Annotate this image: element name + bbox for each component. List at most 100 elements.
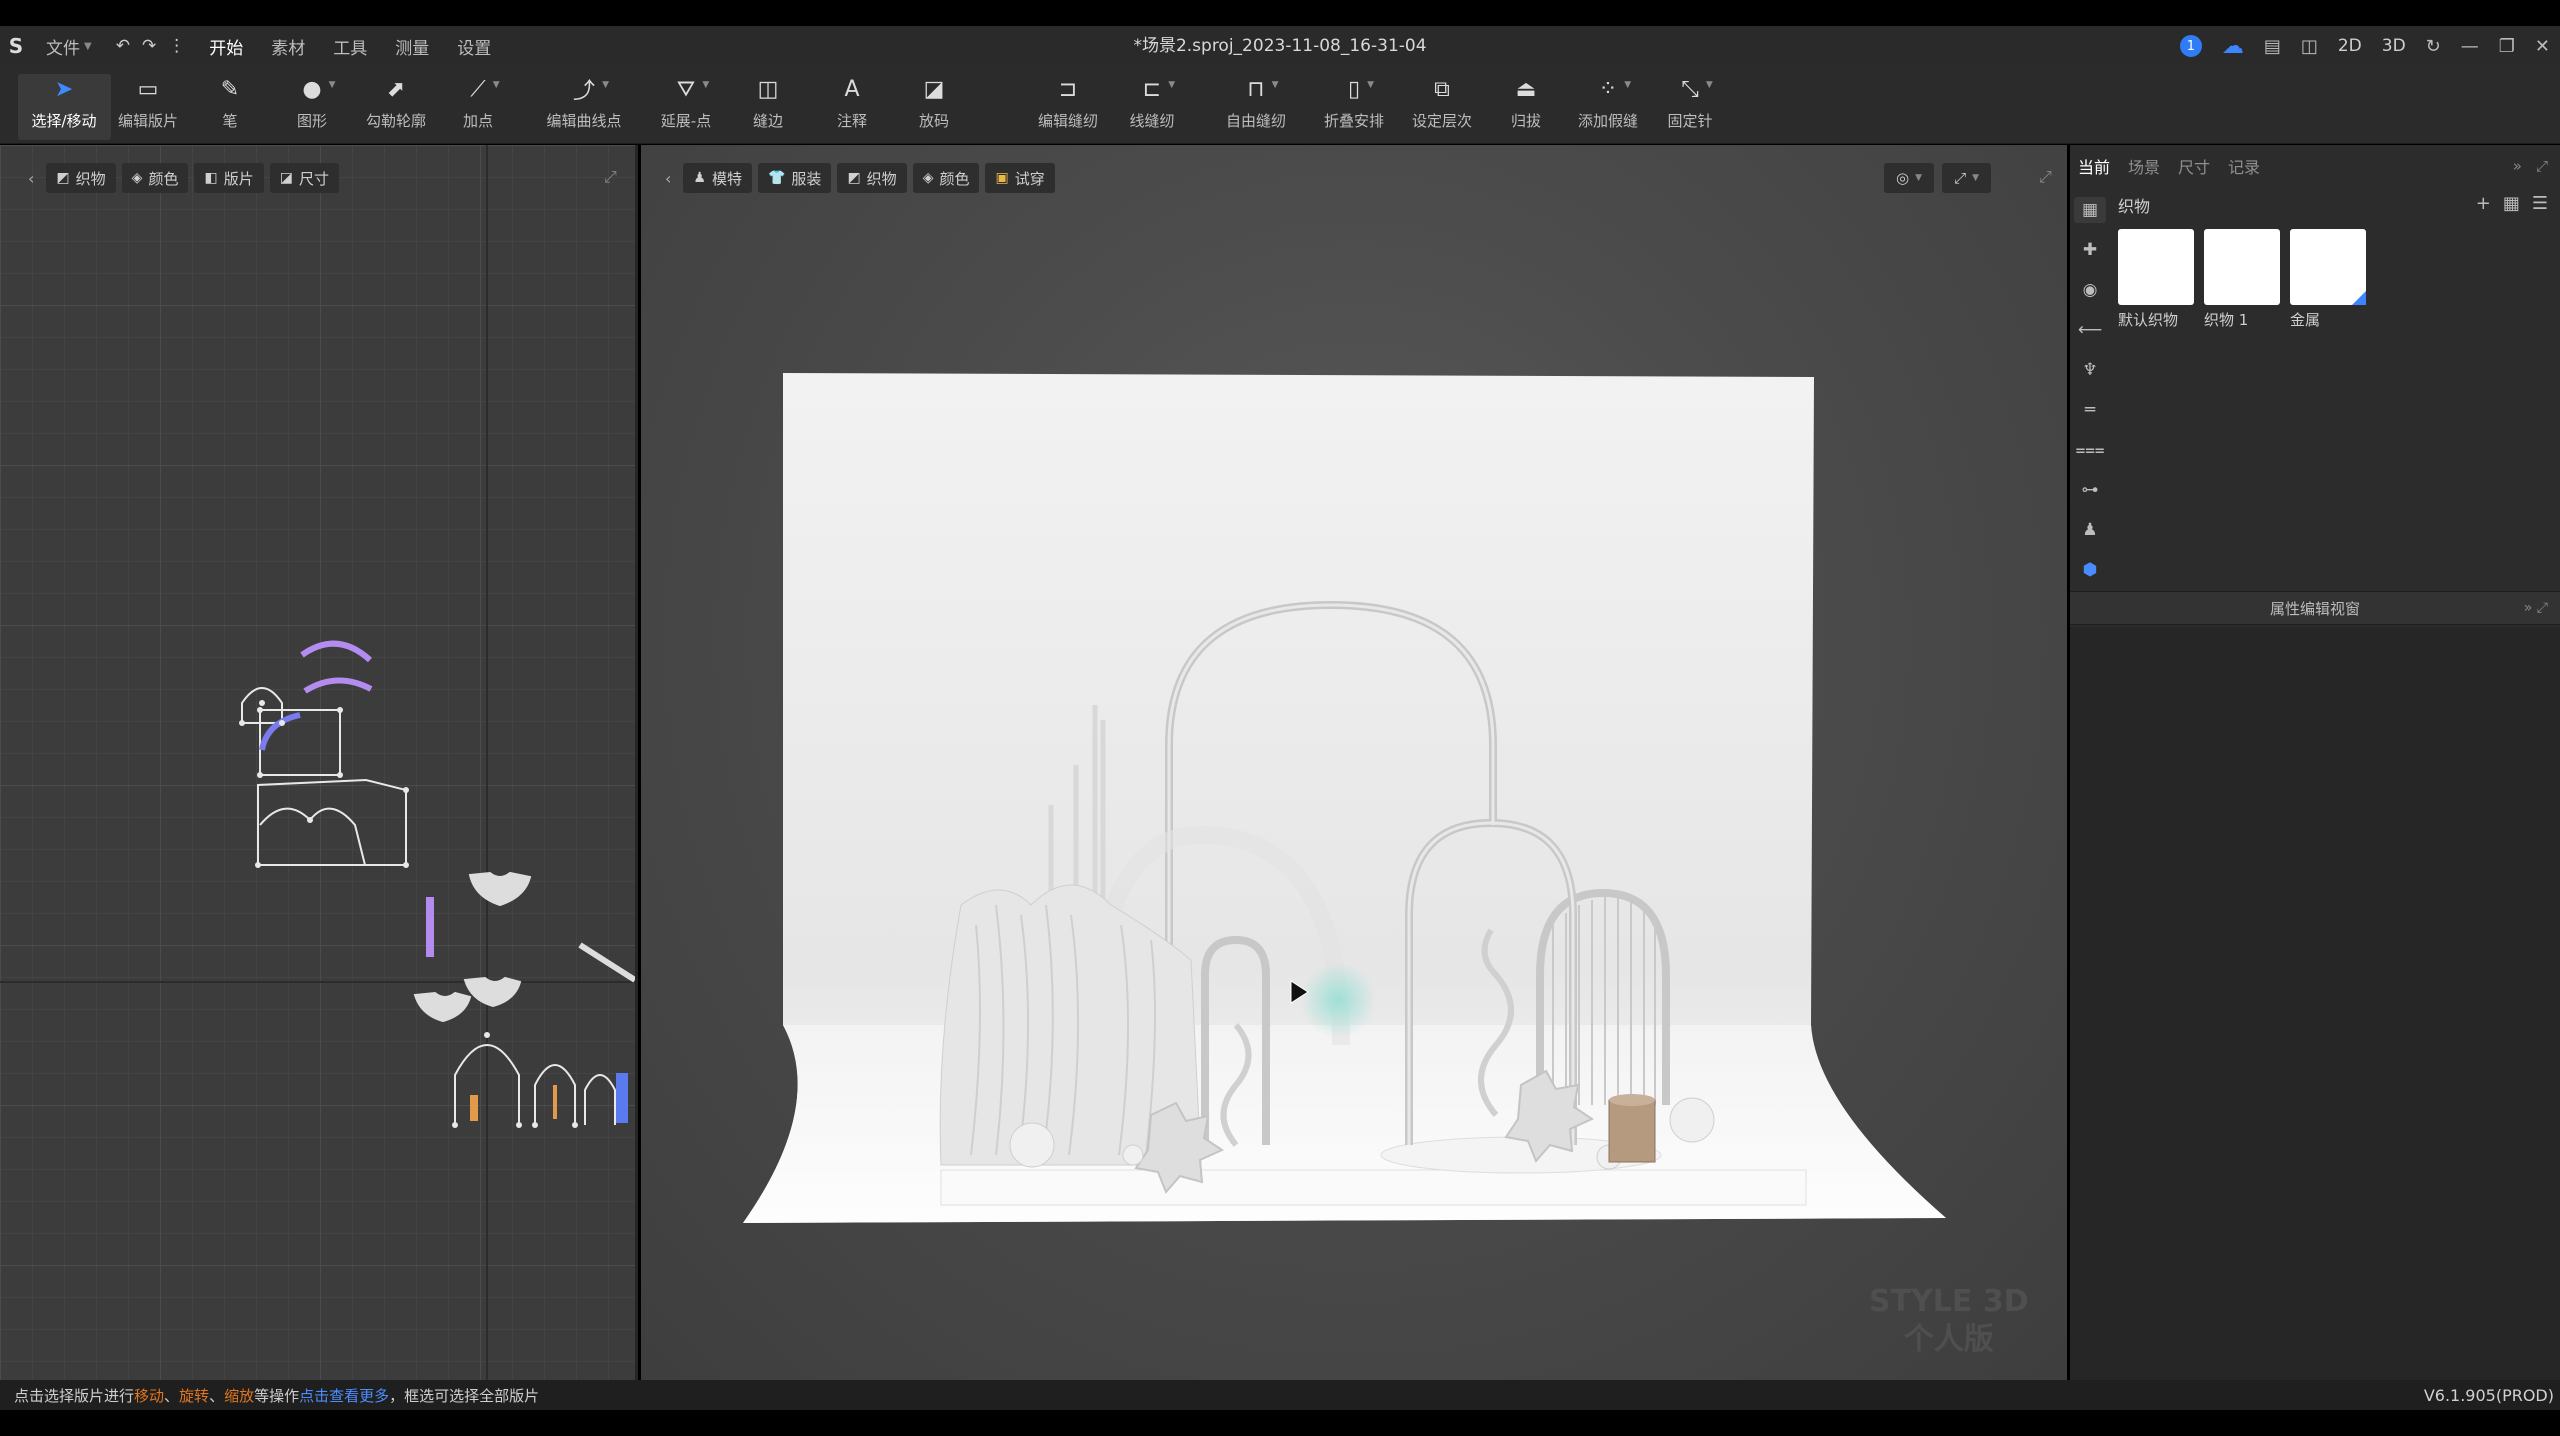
tab-history[interactable]: 记录 <box>2228 154 2260 178</box>
link-icon[interactable]: ⊶ <box>2082 477 2099 503</box>
grid-view-icon[interactable]: ▦ <box>2503 193 2520 214</box>
edit-sewing-icon: ⊐ <box>1058 76 1078 102</box>
buttonhole-icon[interactable]: ◉ <box>2083 277 2098 303</box>
tab-scene[interactable]: 场景 <box>2128 154 2160 178</box>
chevron-down-icon[interactable]: ▼ <box>702 80 709 90</box>
tool-pin[interactable]: ⤡ ▼ 固定针 <box>1659 74 1722 140</box>
chevron-down-icon[interactable]: ▼ <box>602 80 609 90</box>
chevron-down-icon[interactable]: ▼ <box>1168 80 1175 90</box>
pattern-pieces[interactable] <box>0 145 638 1380</box>
tool-shape[interactable]: ● ▼ 图形 <box>288 74 336 140</box>
minimize-icon[interactable]: — <box>2461 36 2479 57</box>
chevron-down-icon[interactable]: ▼ <box>1272 80 1279 90</box>
view-2d-button[interactable]: 2D <box>2338 36 2362 56</box>
tool-edit-pattern[interactable]: ▭ 编辑版片 <box>109 74 187 140</box>
chevron-down-icon[interactable]: ▼ <box>493 80 500 90</box>
expand-icon[interactable]: ⤢ <box>2536 157 2548 175</box>
shrink-stretch-icon: ⏏ <box>1515 76 1537 102</box>
tool-label: 设定层次 <box>1411 112 1472 130</box>
main-menu: 文件 ▼ ↶ ↷ ⋮ 开始 素材 工具 测量 设置 <box>32 26 505 66</box>
topstitch-icon[interactable]: ═ <box>2085 397 2095 423</box>
tool-shrink-stretch[interactable]: ⏏ 归拔 <box>1502 74 1550 140</box>
pattern-piece[interactable] <box>259 709 341 776</box>
menu-start[interactable]: 开始 <box>195 26 257 66</box>
tool-edit-curve-point[interactable]: ⤴ ▼ 编辑曲线点 <box>538 74 631 140</box>
menu-file[interactable]: 文件 ▼ <box>32 26 106 66</box>
cube-icon[interactable]: ⬢ <box>2083 557 2098 583</box>
pattern-2d-view[interactable]: ‹ ◩ 织物 ◈ 颜色 ◧ 版片 ◪ 尺寸 ⤢ <box>0 145 638 1380</box>
chevron-down-icon[interactable]: ▼ <box>329 80 336 90</box>
fabric-item[interactable]: 织物 1 <box>2204 229 2280 330</box>
layout-single-icon[interactable]: ▤ <box>2264 36 2281 57</box>
menu-measure[interactable]: 测量 <box>381 26 443 66</box>
cloud-icon[interactable]: ☁ <box>2222 34 2244 59</box>
undo-icon[interactable]: ↶ <box>116 36 130 56</box>
chevron-down-icon[interactable]: ▼ <box>1367 80 1374 90</box>
fabric-swatch[interactable] <box>2204 229 2280 305</box>
fabric-list-icon[interactable]: ▦ <box>2074 197 2106 223</box>
window-controls: 1 ☁ ▤ ◫ 2D 3D ↻ — ❐ ✕ <box>2179 26 2550 66</box>
tool-trace-outline[interactable]: ⬈ 勾勒轮廓 <box>357 74 435 140</box>
tool-set-layer[interactable]: ⧉ 设定层次 <box>1403 74 1481 140</box>
pattern-piece[interactable] <box>454 1044 520 1125</box>
avatar-icon[interactable]: ♟ <box>2082 517 2097 543</box>
pattern-piece[interactable] <box>584 1074 616 1125</box>
fabric-item[interactable]: 默认织物 <box>2118 229 2194 330</box>
quick-actions: ↶ ↷ ⋮ <box>106 36 196 56</box>
tool-edit-sewing[interactable]: ⊐ 编辑缝纫 <box>1029 74 1107 140</box>
status-more-link[interactable]: 点击查看更多 <box>299 1385 389 1406</box>
tool-add-point[interactable]: ⟋ ▼ 加点 <box>454 74 502 140</box>
chevron-down-icon[interactable]: ▼ <box>1706 80 1713 90</box>
restore-icon[interactable]: ❐ <box>2499 36 2515 57</box>
tool-seam-allowance[interactable]: ◫ 缝边 <box>744 74 792 140</box>
collapse-icon[interactable]: » <box>2513 157 2522 175</box>
button-icon[interactable]: ✚ <box>2083 237 2097 263</box>
pattern-piece-selected[interactable] <box>300 640 373 663</box>
zipper-icon[interactable]: ⟵ <box>2078 317 2102 343</box>
list-view-icon[interactable]: ☰ <box>2532 193 2548 214</box>
chevron-down-icon[interactable]: ▼ <box>1624 80 1631 90</box>
pattern-piece[interactable] <box>578 942 635 983</box>
3d-viewport[interactable]: ‹ ♟ 模特 👕 服装 ◩ 织物 ◈ 颜色 ▣ 试穿 ◎ ▼ ⤢ ▼ ⤢ STY… <box>641 145 2067 1380</box>
stitch-icon[interactable]: ⩶ <box>2075 437 2104 463</box>
tool-line-sewing[interactable]: ⊏ ▼ 线缝纫 <box>1121 74 1184 140</box>
tab-current[interactable]: 当前 <box>2078 154 2110 178</box>
pattern-piece[interactable] <box>468 871 532 907</box>
pattern-piece[interactable] <box>413 991 472 1023</box>
property-editor-controls[interactable]: » ⤢ <box>2524 600 2548 616</box>
redo-icon[interactable]: ↷ <box>142 36 156 56</box>
pattern-piece[interactable] <box>463 976 522 1008</box>
tool-grading[interactable]: ◪ 放码 <box>910 74 958 140</box>
add-icon[interactable]: + <box>2476 193 2491 214</box>
tab-size[interactable]: 尺寸 <box>2178 154 2210 178</box>
refresh-icon[interactable]: ↻ <box>2426 36 2441 57</box>
tool-label: 添加假缝 <box>1577 112 1638 130</box>
tool-free-sewing[interactable]: ⊓ ▼ 自由缝纫 <box>1217 74 1295 140</box>
close-icon[interactable]: ✕ <box>2535 36 2550 57</box>
pattern-piece[interactable] <box>257 778 407 866</box>
tool-annotation[interactable]: A 注释 <box>828 74 876 140</box>
more-icon[interactable]: ⋮ <box>168 36 185 56</box>
pattern-piece[interactable] <box>259 807 366 866</box>
trim-icon[interactable]: ♆ <box>2082 357 2097 383</box>
layout-split-icon[interactable]: ◫ <box>2301 36 2318 57</box>
pattern-piece[interactable] <box>470 1095 478 1121</box>
tool-pen[interactable]: ✎ 笔 <box>214 74 247 140</box>
3d-scene[interactable] <box>641 145 2067 1380</box>
tool-cursor[interactable]: ➤ 选择/移动 <box>17 74 111 140</box>
pattern-piece[interactable] <box>553 1085 557 1119</box>
menu-settings[interactable]: 设置 <box>443 26 505 66</box>
fabric-item-selected[interactable]: 金属 <box>2290 229 2366 330</box>
tool-label: 加点 <box>462 112 493 130</box>
fabric-swatch[interactable] <box>2290 229 2366 305</box>
menu-tools[interactable]: 工具 <box>319 26 381 66</box>
pattern-piece-selected[interactable] <box>303 677 373 694</box>
tool-fold-arrange[interactable]: ▯ ▼ 折叠安排 <box>1315 74 1393 140</box>
menu-materials[interactable]: 素材 <box>257 26 319 66</box>
tool-label: 归拔 <box>1510 112 1541 130</box>
tool-extend-point[interactable]: ⛛ ▼ 延展-点 <box>647 74 725 140</box>
tool-add-tack[interactable]: ⁘ ▼ 添加假缝 <box>1569 74 1647 140</box>
view-3d-button[interactable]: 3D <box>2382 36 2406 56</box>
fabric-swatch[interactable] <box>2118 229 2194 305</box>
notification-badge[interactable]: 1 <box>2179 35 2202 57</box>
